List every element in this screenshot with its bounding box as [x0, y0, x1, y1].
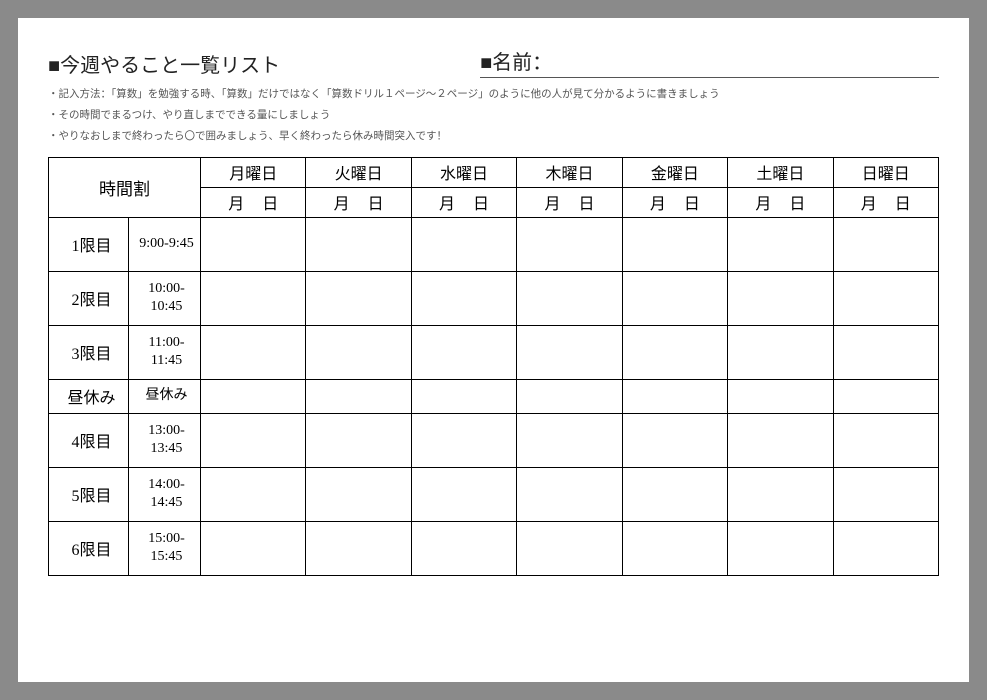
period-3-time: 11:00-11:45: [129, 325, 201, 379]
cell-p4-sun[interactable]: [833, 413, 938, 467]
cell-p2-tue[interactable]: [306, 271, 411, 325]
cell-p1-thu[interactable]: [517, 217, 622, 271]
header-row-days: 時間割 月曜日 火曜日 水曜日 木曜日 金曜日 土曜日 日曜日: [49, 157, 939, 187]
name-label: ■名前：: [480, 52, 552, 74]
period-4-time: 13:00-13:45: [129, 413, 201, 467]
lunch-time: 昼休み: [129, 379, 201, 413]
period-2-time: 10:00-10:45: [129, 271, 201, 325]
cell-p4-wed[interactable]: [411, 413, 516, 467]
date-mon[interactable]: 月日: [201, 187, 306, 217]
cell-p6-wed[interactable]: [411, 521, 516, 575]
date-sat[interactable]: 月日: [728, 187, 833, 217]
cell-p2-wed[interactable]: [411, 271, 516, 325]
page: ■今週やること一覧リスト ■名前： ・記入方法：「算数」を勉強する時、「算数」だ…: [18, 18, 969, 682]
row-period-1: 1限目 9:00-9:45: [49, 217, 939, 271]
cell-p3-mon[interactable]: [201, 325, 306, 379]
cell-p4-mon[interactable]: [201, 413, 306, 467]
cell-p4-fri[interactable]: [622, 413, 727, 467]
notes: ・記入方法：「算数」を勉強する時、「算数」だけではなく「算数ドリル１ページ～２ペ…: [48, 86, 939, 147]
cell-p3-sun[interactable]: [833, 325, 938, 379]
cell-p1-sun[interactable]: [833, 217, 938, 271]
cell-p2-sun[interactable]: [833, 271, 938, 325]
cell-lunch-tue[interactable]: [306, 379, 411, 413]
cell-p5-sun[interactable]: [833, 467, 938, 521]
cell-lunch-sat[interactable]: [728, 379, 833, 413]
period-6-label: 6限目: [49, 521, 129, 575]
cell-p6-mon[interactable]: [201, 521, 306, 575]
period-5-time: 14:00-14:45: [129, 467, 201, 521]
day-fri: 金曜日: [622, 157, 727, 187]
note-line-1: ・記入方法：「算数」を勉強する時、「算数」だけではなく「算数ドリル１ページ～２ペ…: [48, 86, 939, 105]
date-sun[interactable]: 月日: [833, 187, 938, 217]
cell-p1-tue[interactable]: [306, 217, 411, 271]
cell-p5-wed[interactable]: [411, 467, 516, 521]
row-period-6: 6限目 15:00-15:45: [49, 521, 939, 575]
day-sun: 日曜日: [833, 157, 938, 187]
row-period-4: 4限目 13:00-13:45: [49, 413, 939, 467]
cell-p6-sat[interactable]: [728, 521, 833, 575]
cell-lunch-thu[interactable]: [517, 379, 622, 413]
cell-p5-mon[interactable]: [201, 467, 306, 521]
cell-p2-fri[interactable]: [622, 271, 727, 325]
cell-lunch-fri[interactable]: [622, 379, 727, 413]
cell-p1-fri[interactable]: [622, 217, 727, 271]
day-sat: 土曜日: [728, 157, 833, 187]
day-tue: 火曜日: [306, 157, 411, 187]
cell-p6-thu[interactable]: [517, 521, 622, 575]
cell-p2-thu[interactable]: [517, 271, 622, 325]
cell-p1-mon[interactable]: [201, 217, 306, 271]
period-4-label: 4限目: [49, 413, 129, 467]
cell-p6-sun[interactable]: [833, 521, 938, 575]
day-mon: 月曜日: [201, 157, 306, 187]
name-block[interactable]: ■名前：: [480, 46, 939, 78]
schedule-label: 時間割: [49, 157, 201, 217]
row-period-5: 5限目 14:00-14:45: [49, 467, 939, 521]
period-2-label: 2限目: [49, 271, 129, 325]
cell-p5-thu[interactable]: [517, 467, 622, 521]
schedule-table: 時間割 月曜日 火曜日 水曜日 木曜日 金曜日 土曜日 日曜日 月日 月日 月日…: [48, 157, 939, 576]
header-row: ■今週やること一覧リスト ■名前：: [48, 46, 939, 78]
cell-p3-sat[interactable]: [728, 325, 833, 379]
cell-lunch-mon[interactable]: [201, 379, 306, 413]
cell-p4-tue[interactable]: [306, 413, 411, 467]
cell-p3-thu[interactable]: [517, 325, 622, 379]
date-tue[interactable]: 月日: [306, 187, 411, 217]
cell-p2-mon[interactable]: [201, 271, 306, 325]
lunch-label: 昼休み: [49, 379, 129, 413]
period-3-label: 3限目: [49, 325, 129, 379]
cell-p1-wed[interactable]: [411, 217, 516, 271]
date-fri[interactable]: 月日: [622, 187, 727, 217]
period-1-label: 1限目: [49, 217, 129, 271]
cell-p6-fri[interactable]: [622, 521, 727, 575]
cell-p6-tue[interactable]: [306, 521, 411, 575]
period-6-time: 15:00-15:45: [129, 521, 201, 575]
note-line-3: ・やりなおしまで終わったら〇で囲みましょう、早く終わったら休み時間突入です！: [48, 128, 939, 147]
cell-p3-wed[interactable]: [411, 325, 516, 379]
day-thu: 木曜日: [517, 157, 622, 187]
title-block: ■今週やること一覧リスト: [48, 49, 280, 78]
cell-p5-sat[interactable]: [728, 467, 833, 521]
period-5-label: 5限目: [49, 467, 129, 521]
cell-p2-sat[interactable]: [728, 271, 833, 325]
cell-p4-thu[interactable]: [517, 413, 622, 467]
cell-p4-sat[interactable]: [728, 413, 833, 467]
row-period-3: 3限目 11:00-11:45: [49, 325, 939, 379]
date-wed[interactable]: 月日: [411, 187, 516, 217]
cell-p5-tue[interactable]: [306, 467, 411, 521]
period-1-time: 9:00-9:45: [129, 217, 201, 271]
cell-lunch-wed[interactable]: [411, 379, 516, 413]
note-line-2: ・その時間でまるつけ、やり直しまでできる量にしましょう: [48, 107, 939, 126]
date-thu[interactable]: 月日: [517, 187, 622, 217]
row-period-2: 2限目 10:00-10:45: [49, 271, 939, 325]
cell-p1-sat[interactable]: [728, 217, 833, 271]
day-wed: 水曜日: [411, 157, 516, 187]
cell-p3-fri[interactable]: [622, 325, 727, 379]
cell-p3-tue[interactable]: [306, 325, 411, 379]
page-title: ■今週やること一覧リスト: [48, 55, 280, 77]
cell-lunch-sun[interactable]: [833, 379, 938, 413]
cell-p5-fri[interactable]: [622, 467, 727, 521]
row-lunch: 昼休み 昼休み: [49, 379, 939, 413]
